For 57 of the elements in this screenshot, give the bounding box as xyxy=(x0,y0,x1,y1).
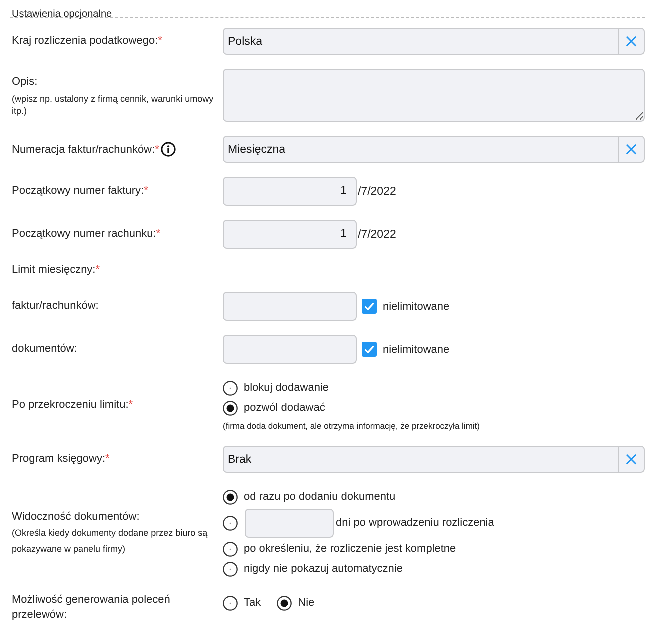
radio-label: od razu po dodaniu dokumentu xyxy=(244,491,396,503)
checkbox[interactable] xyxy=(362,342,377,357)
select-field[interactable]: Polska xyxy=(223,28,645,55)
days-input[interactable] xyxy=(245,508,334,538)
radio-label: pozwól dodawać xyxy=(244,402,326,414)
number-field[interactable]: 1 xyxy=(223,177,357,206)
radio-label: po określeniu, że rozliczenie jest kompletne xyxy=(244,543,456,555)
number-suffix: /7/2022 xyxy=(358,228,396,240)
radio-label: blokuj dodawanie xyxy=(244,382,330,394)
field-label: Możliwość generowania poleceń przelewów: xyxy=(12,594,170,621)
radio-label: dni po wprowadzeniu rozliczenia xyxy=(336,517,494,529)
field-label: Widoczność dokumentów: xyxy=(12,510,140,522)
number-suffix: /7/2022 xyxy=(358,186,396,198)
checkbox[interactable] xyxy=(362,299,377,314)
field-label: Po przekroczeniu limitu: xyxy=(12,398,129,410)
radio-button[interactable] xyxy=(223,596,238,610)
field-hint: (wpisz np. ustalony z firmą cennik, warunki umowy itp.) xyxy=(12,92,215,116)
field-label: Opis: xyxy=(12,76,38,88)
radio-button[interactable] xyxy=(223,380,238,396)
number-field[interactable]: 1 xyxy=(223,220,357,249)
limit-field[interactable] xyxy=(223,292,357,321)
field-label: Początkowy numer rachunku: xyxy=(12,228,156,240)
radio-button[interactable] xyxy=(223,490,238,504)
radio-button[interactable] xyxy=(223,516,238,530)
limit-field[interactable] xyxy=(223,335,357,364)
required-mark: * xyxy=(156,228,161,240)
close-icon xyxy=(626,454,637,465)
select-field[interactable]: Miesięczna xyxy=(223,136,645,163)
field-label: faktur/rachunków: xyxy=(12,300,99,312)
required-mark: * xyxy=(96,264,100,276)
select-field[interactable]: Brak xyxy=(223,446,645,473)
required-mark: * xyxy=(106,453,110,465)
required-mark: * xyxy=(128,398,134,410)
field-label: Kraj rozliczenia podatkowego: xyxy=(12,35,158,47)
radio-button[interactable] xyxy=(277,596,292,610)
close-icon xyxy=(626,144,637,155)
info-icon[interactable] xyxy=(161,142,176,156)
radio-label: Tak xyxy=(244,597,262,609)
required-mark: * xyxy=(158,35,162,47)
field-hint: (Określa kiedy dokumenty dodane przez biuro są pokazywane w panelu firmy) xyxy=(12,526,209,556)
field-label: Limit miesięczny: xyxy=(12,264,96,276)
radio-label: Nie xyxy=(298,597,315,609)
close-icon xyxy=(626,36,637,47)
field-label: dokumentów: xyxy=(12,343,78,355)
radio-note: (firma doda dokument, ale otrzyma informację, że przekroczyła limit) xyxy=(223,420,481,432)
radio-label: nigdy nie pokazuj automatycznie xyxy=(244,563,403,575)
required-mark: * xyxy=(144,185,148,197)
radio-button[interactable] xyxy=(223,542,238,556)
checkbox-label: nielimitowane xyxy=(383,344,450,356)
field-label: Początkowy numer faktury: xyxy=(12,185,144,197)
radio-button[interactable] xyxy=(223,562,238,576)
section-title: Ustawienia opcjonalne xyxy=(12,9,112,20)
checkbox-label: nielimitowane xyxy=(383,300,450,312)
field-label: Numeracja faktur/rachunków: xyxy=(12,144,156,156)
field-label: Program księgowy: xyxy=(12,453,106,465)
required-mark: * xyxy=(155,144,160,156)
radio-button[interactable] xyxy=(223,400,238,416)
